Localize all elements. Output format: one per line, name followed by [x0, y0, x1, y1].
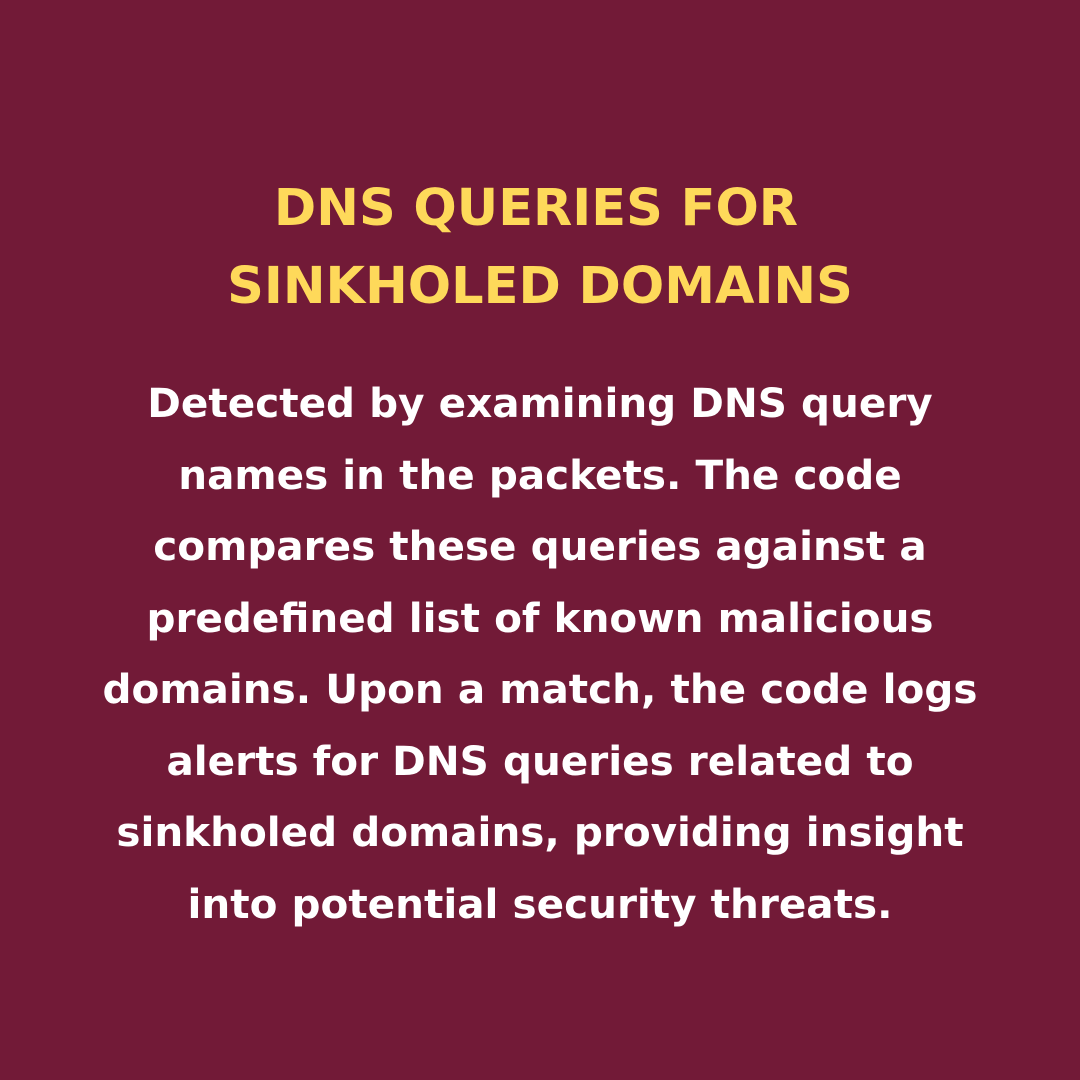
slide-title: DNS QUERIES FOR SINKHOLED DOMAINS [0, 170, 1080, 326]
description-line: into potential security threats. [187, 879, 893, 928]
description-line: sinkholed domains, providing insight [116, 808, 964, 856]
title-line: SINKHOLED DOMAINS [227, 257, 853, 316]
description-line: compares these queries against a [153, 522, 927, 570]
description-line: alerts for DNS queries related to [166, 736, 914, 785]
title-line: DNS QUERIES FOR [273, 179, 799, 238]
description-text: Detected by examining DNS query names in… [0, 368, 1080, 940]
slide: DNS QUERIES FOR SINKHOLED DOMAINS Detect… [0, 0, 1080, 1080]
description-line: domains. Upon a match, the code logs [102, 665, 978, 713]
description-line: names in the packets. The code [178, 450, 902, 499]
description-line: Detected by examining DNS query [147, 379, 933, 427]
description-line: predefined list of known malicious [146, 593, 934, 642]
